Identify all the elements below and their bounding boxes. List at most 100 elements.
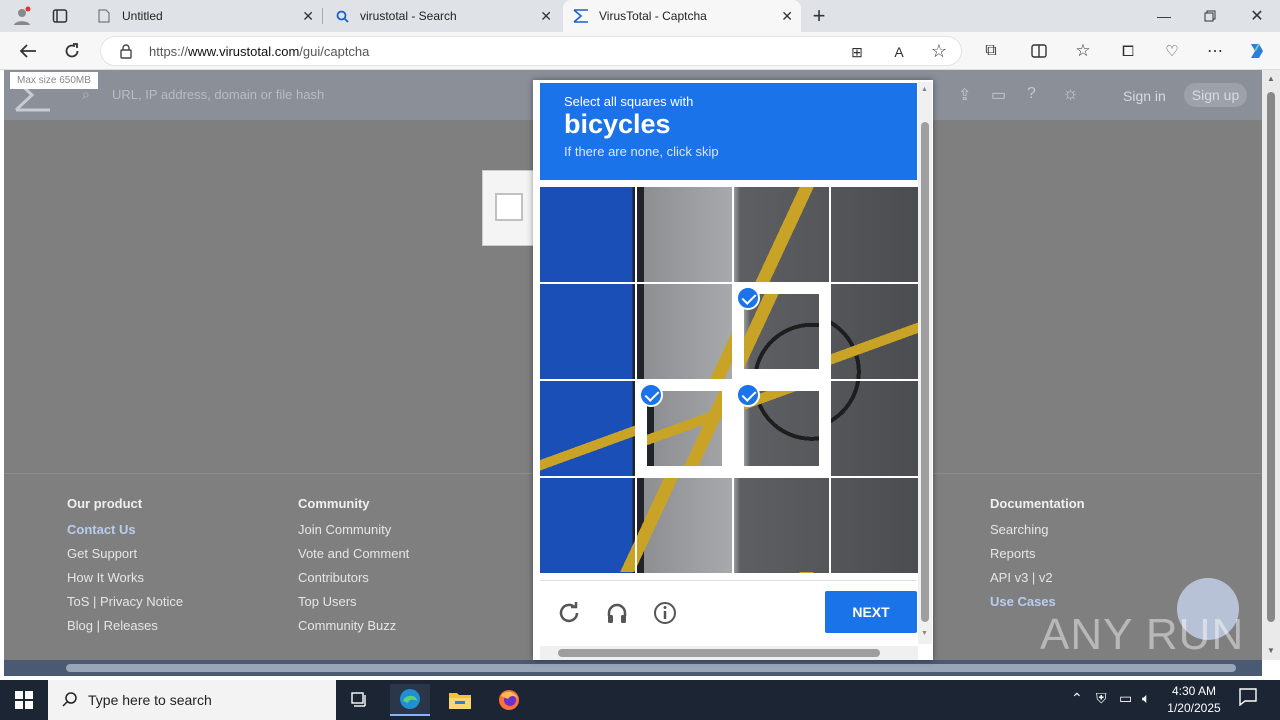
captcha-tile-image bbox=[540, 187, 635, 282]
captcha-tile[interactable] bbox=[831, 187, 926, 282]
chat-icon[interactable]: ▭ bbox=[991, 85, 1006, 105]
sign-in-link[interactable]: Sign in bbox=[1123, 88, 1166, 104]
theme-icon[interactable]: ☼ bbox=[1062, 83, 1079, 104]
taskbar-clock[interactable]: 4:30 AM 1/20/2025 bbox=[1166, 683, 1222, 717]
file-explorer-icon[interactable] bbox=[440, 684, 480, 716]
tab-actions-icon[interactable] bbox=[46, 3, 74, 29]
extensions-icon[interactable]: ⧉ bbox=[977, 38, 1005, 64]
edge-taskbar-icon[interactable] bbox=[390, 684, 430, 716]
footer-link-api[interactable]: API v3 | v2 bbox=[990, 569, 1085, 593]
footer-link-join[interactable]: Join Community bbox=[298, 521, 409, 545]
captcha-tile[interactable] bbox=[831, 284, 926, 379]
tab-title: VirusTotal - Captcha bbox=[599, 9, 707, 23]
search-input[interactable]: URL, IP address, domain or file hash bbox=[112, 87, 324, 102]
split-screen-icon[interactable] bbox=[1025, 38, 1053, 64]
captcha-tile[interactable] bbox=[831, 381, 926, 476]
captcha-tile-image bbox=[540, 284, 635, 379]
footer-link-vote[interactable]: Vote and Comment bbox=[298, 545, 409, 569]
tray-overflow-icon[interactable]: ⌃ bbox=[1071, 690, 1083, 707]
tab-virustotal-captcha[interactable]: VirusTotal - Captcha ✕ bbox=[563, 0, 801, 32]
minimize-button[interactable]: — bbox=[1150, 3, 1178, 29]
footer-column-community: Community Join Community Vote and Commen… bbox=[298, 496, 409, 641]
captcha-tile[interactable] bbox=[637, 187, 732, 282]
address-bar[interactable]: https://www.virustotal.com/gui/captcha ⊞… bbox=[100, 36, 962, 66]
footer-link-blog[interactable]: Blog | Releases bbox=[67, 617, 183, 641]
copilot-icon[interactable] bbox=[1243, 38, 1271, 64]
notifications-icon[interactable] bbox=[1239, 688, 1257, 709]
footer-link-how-it-works[interactable]: How It Works bbox=[67, 569, 183, 593]
profile-icon[interactable] bbox=[8, 3, 36, 29]
captcha-tile[interactable] bbox=[637, 381, 732, 476]
checkmark-icon bbox=[639, 383, 663, 407]
page-vertical-scrollbar[interactable]: ▲ ▼ bbox=[1262, 70, 1280, 660]
captcha-tile[interactable] bbox=[540, 478, 635, 573]
refresh-button[interactable] bbox=[58, 38, 86, 64]
app-available-icon[interactable]: ⊞ bbox=[843, 39, 871, 65]
footer-link-searching[interactable]: Searching bbox=[990, 521, 1085, 545]
checkmark-icon bbox=[736, 383, 760, 407]
back-button[interactable] bbox=[14, 38, 42, 64]
captcha-tile[interactable] bbox=[734, 187, 829, 282]
captcha-tile[interactable] bbox=[734, 284, 829, 379]
reload-icon[interactable] bbox=[555, 599, 583, 627]
firefox-icon[interactable] bbox=[489, 684, 529, 716]
captcha-tile[interactable] bbox=[734, 478, 829, 573]
clock-time: 4:30 AM bbox=[1171, 684, 1217, 698]
favorites-icon[interactable]: ☆ bbox=[1069, 38, 1097, 64]
captcha-tile-image bbox=[540, 381, 635, 476]
captcha-tile[interactable] bbox=[637, 478, 732, 573]
captcha-vertical-scrollbar[interactable]: ▲ ▼ bbox=[918, 82, 932, 644]
network-icon[interactable]: ▭ bbox=[1119, 690, 1132, 707]
next-button[interactable]: NEXT bbox=[825, 591, 917, 633]
footer-heading: Our product bbox=[67, 496, 143, 511]
help-icon[interactable]: ? bbox=[1027, 85, 1036, 103]
captcha-horizontal-scrollbar[interactable] bbox=[540, 646, 918, 660]
close-window-button[interactable]: ✕ bbox=[1243, 3, 1271, 29]
audio-challenge-icon[interactable] bbox=[603, 599, 631, 627]
footer-link-contact[interactable]: Contact Us bbox=[67, 521, 183, 545]
new-tab-button[interactable]: + bbox=[805, 3, 833, 29]
volume-icon[interactable]: 🔈︎ bbox=[1142, 690, 1150, 707]
antivirus-icon[interactable]: ⛨ bbox=[1096, 690, 1107, 707]
captcha-tile[interactable] bbox=[637, 284, 732, 379]
tab-virustotal-search[interactable]: virustotal - Search ✕ bbox=[324, 0, 560, 32]
taskbar-search[interactable]: Type here to search bbox=[48, 680, 336, 720]
captcha-tile[interactable] bbox=[831, 478, 926, 573]
footer-link-buzz[interactable]: Community Buzz bbox=[298, 617, 409, 641]
sign-up-button[interactable]: Sign up bbox=[1184, 83, 1247, 107]
read-aloud-icon[interactable]: A bbox=[885, 39, 913, 65]
footer-link-tos[interactable]: ToS | Privacy Notice bbox=[67, 593, 183, 617]
captcha-tile[interactable] bbox=[540, 284, 635, 379]
url-text[interactable]: https://www.virustotal.com/gui/captcha bbox=[149, 44, 369, 59]
close-tab-icon[interactable]: ✕ bbox=[302, 8, 314, 25]
more-menu-icon[interactable]: ⋯ bbox=[1201, 38, 1229, 64]
footer-column-product: Our product Contact Us Get Support How I… bbox=[67, 496, 183, 641]
page-horizontal-scrollbar[interactable] bbox=[4, 660, 1262, 676]
captcha-tile-image bbox=[831, 284, 926, 379]
footer-link-reports[interactable]: Reports bbox=[990, 545, 1085, 569]
close-tab-icon[interactable]: ✕ bbox=[540, 8, 552, 25]
virustotal-icon bbox=[573, 8, 589, 24]
upload-icon[interactable]: ⇪ bbox=[958, 85, 971, 105]
start-button[interactable] bbox=[4, 684, 44, 716]
checkmark-icon bbox=[736, 286, 760, 310]
captcha-tile-image bbox=[831, 478, 926, 573]
captcha-tile[interactable] bbox=[734, 381, 829, 476]
task-view-icon[interactable] bbox=[340, 684, 380, 716]
captcha-tile[interactable] bbox=[540, 381, 635, 476]
footer-link-support[interactable]: Get Support bbox=[67, 545, 183, 569]
lock-icon[interactable] bbox=[119, 44, 133, 64]
captcha-tile[interactable] bbox=[540, 187, 635, 282]
captcha-tile-image bbox=[637, 284, 732, 379]
close-tab-icon[interactable]: ✕ bbox=[781, 8, 793, 25]
search-icon bbox=[334, 8, 350, 24]
restore-button[interactable] bbox=[1196, 3, 1224, 29]
tab-untitled[interactable]: Untitled ✕ bbox=[86, 0, 322, 32]
collections-icon[interactable]: ⧠ bbox=[1114, 38, 1142, 64]
browser-essentials-icon[interactable]: ♡ bbox=[1158, 38, 1186, 64]
footer-link-contributors[interactable]: Contributors bbox=[298, 569, 409, 593]
favorite-star-icon[interactable]: ☆ bbox=[925, 38, 953, 64]
footer-link-top-users[interactable]: Top Users bbox=[298, 593, 409, 617]
info-icon[interactable] bbox=[651, 599, 679, 627]
footer-heading: Community bbox=[298, 496, 370, 511]
